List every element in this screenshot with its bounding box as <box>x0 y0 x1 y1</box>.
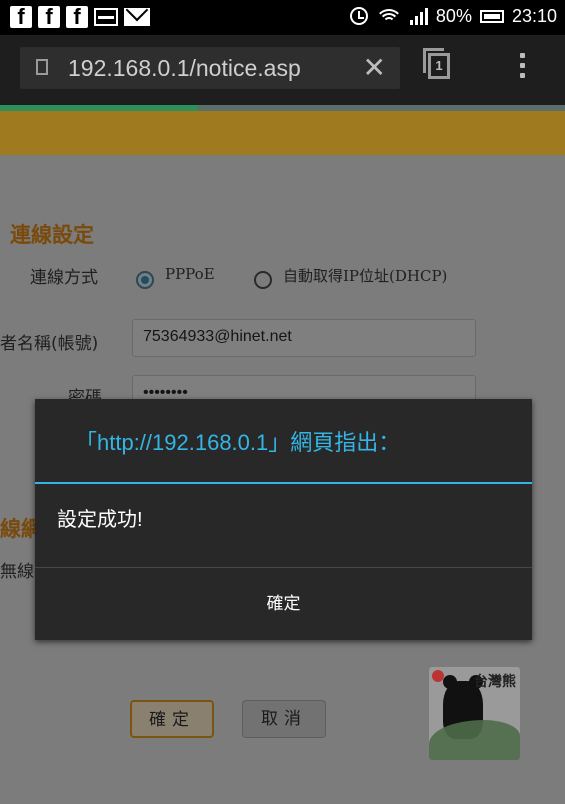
radio-dhcp[interactable] <box>254 271 272 289</box>
system-indicators: 80% 23:10 <box>349 5 557 27</box>
mail-icon <box>124 8 150 26</box>
wifi-icon <box>375 5 402 27</box>
connection-type-label: 連線方式 <box>30 268 98 288</box>
signal-icon <box>409 7 428 25</box>
dialog-ok-button[interactable]: 確定 <box>35 568 532 640</box>
dialog-title: 「http://192.168.0.1」網頁指出： <box>75 430 401 455</box>
notification-icons: f f f <box>10 6 150 28</box>
tab-switcher-icon[interactable]: 1 <box>423 48 450 79</box>
radio-pppoe[interactable] <box>136 271 154 289</box>
radio-pppoe-label: PPPoE <box>165 265 215 283</box>
username-field[interactable]: 75364933@hinet.net <box>132 319 476 357</box>
facebook-icon: f <box>38 6 60 28</box>
gallery-icon <box>94 8 118 26</box>
battery-icon <box>479 9 504 23</box>
radio-dhcp-label: 自動取得IP位址(DHCP) <box>283 267 448 285</box>
url-bar[interactable]: 192.168.0.1/notice.asp ✕ <box>20 47 400 89</box>
alert-dialog: 「http://192.168.0.1」網頁指出： 設定成功! 確定 <box>35 399 532 640</box>
battery-percent: 80% <box>435 5 472 26</box>
page-banner <box>0 111 565 155</box>
page-cancel-button[interactable]: 取消 <box>242 700 326 738</box>
watermark-logo: 台灣熊 <box>429 667 520 760</box>
section-title-connection: 連線設定 <box>10 223 94 247</box>
page-icon <box>36 59 48 75</box>
url-text[interactable]: 192.168.0.1/notice.asp <box>68 55 301 82</box>
dialog-title-divider <box>35 482 532 484</box>
page-ok-button[interactable]: 確定 <box>130 700 214 738</box>
username-label: 者名稱(帳號) <box>0 334 99 354</box>
overflow-menu-icon[interactable] <box>520 53 526 78</box>
clear-url-icon[interactable]: ✕ <box>363 51 386 84</box>
facebook-icon: f <box>66 6 88 28</box>
clock: 23:10 <box>511 5 557 26</box>
alarm-icon <box>349 7 368 25</box>
watermark-text: 台灣熊 <box>474 674 516 690</box>
browser-toolbar: 192.168.0.1/notice.asp ✕ 1 <box>0 35 565 105</box>
dialog-message: 設定成功! <box>57 509 143 531</box>
status-bar: f f f 80% 23:10 <box>0 0 565 35</box>
facebook-icon: f <box>10 6 32 28</box>
